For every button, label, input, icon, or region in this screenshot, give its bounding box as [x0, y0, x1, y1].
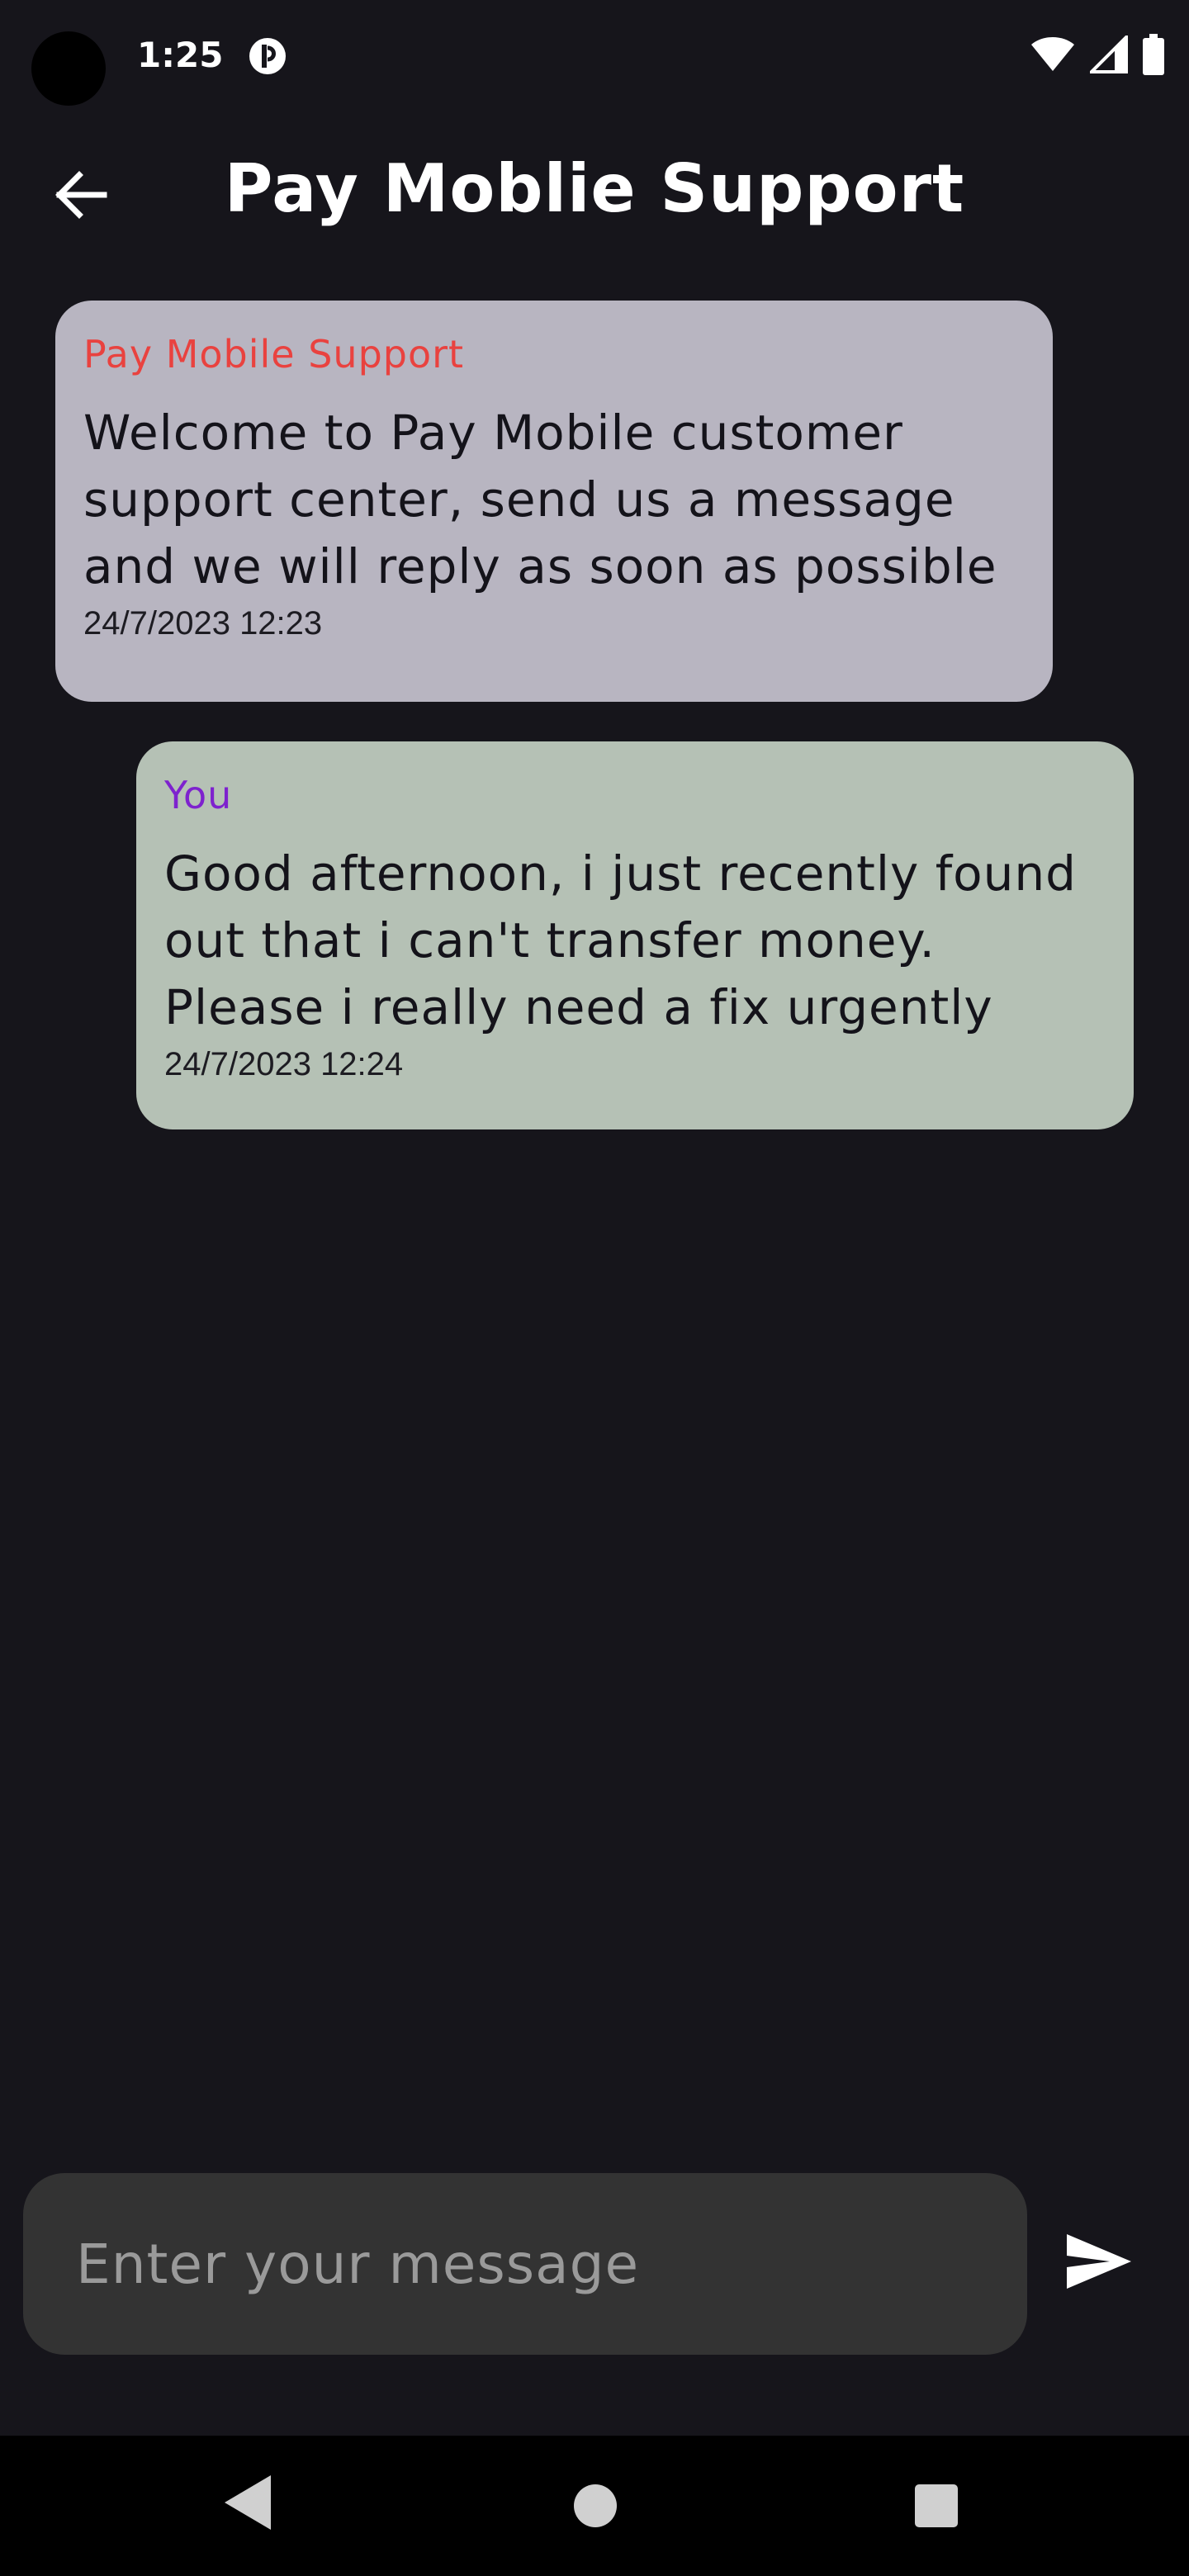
status-icons: [1030, 31, 1164, 81]
nav-home-icon[interactable]: [574, 2484, 617, 2527]
send-icon: [1065, 2233, 1133, 2294]
wifi-icon: [1030, 36, 1075, 76]
message-input[interactable]: [23, 2173, 1027, 2355]
message-text: Good afternoon, i just recently found ou…: [164, 845, 1077, 1035]
message-text: Welcome to Pay Mobile customer support c…: [83, 405, 997, 594]
app-bar: Pay Moblie Support: [0, 132, 1189, 256]
message-sender: Pay Mobile Support: [83, 332, 465, 376]
signal-icon: [1087, 33, 1128, 77]
status-time: 1:25: [137, 35, 224, 75]
battery-icon: [1143, 34, 1164, 78]
app-notification-icon: [248, 36, 287, 76]
status-bar: 1:25: [0, 0, 1189, 116]
page-title: Pay Moblie Support: [224, 150, 965, 227]
message-sender: You: [164, 773, 233, 817]
message-bubble-user: You Good afternoon, i just recently foun…: [136, 741, 1134, 1129]
nav-back-icon[interactable]: [221, 2474, 272, 2535]
camera-hole: [31, 31, 106, 106]
message-timestamp: 24/7/2023 12:24: [164, 1046, 404, 1082]
nav-recents-icon[interactable]: [915, 2484, 958, 2527]
send-button[interactable]: [1054, 2218, 1144, 2308]
message-timestamp: 24/7/2023 12:23: [83, 605, 323, 642]
chat-screen: 1:25 Pay Moblie Support Pay Mobile Suppo…: [0, 0, 1189, 2576]
system-nav-bar: [0, 2436, 1189, 2576]
message-bubble-support: Pay Mobile Support Welcome to Pay Mobile…: [55, 301, 1053, 702]
